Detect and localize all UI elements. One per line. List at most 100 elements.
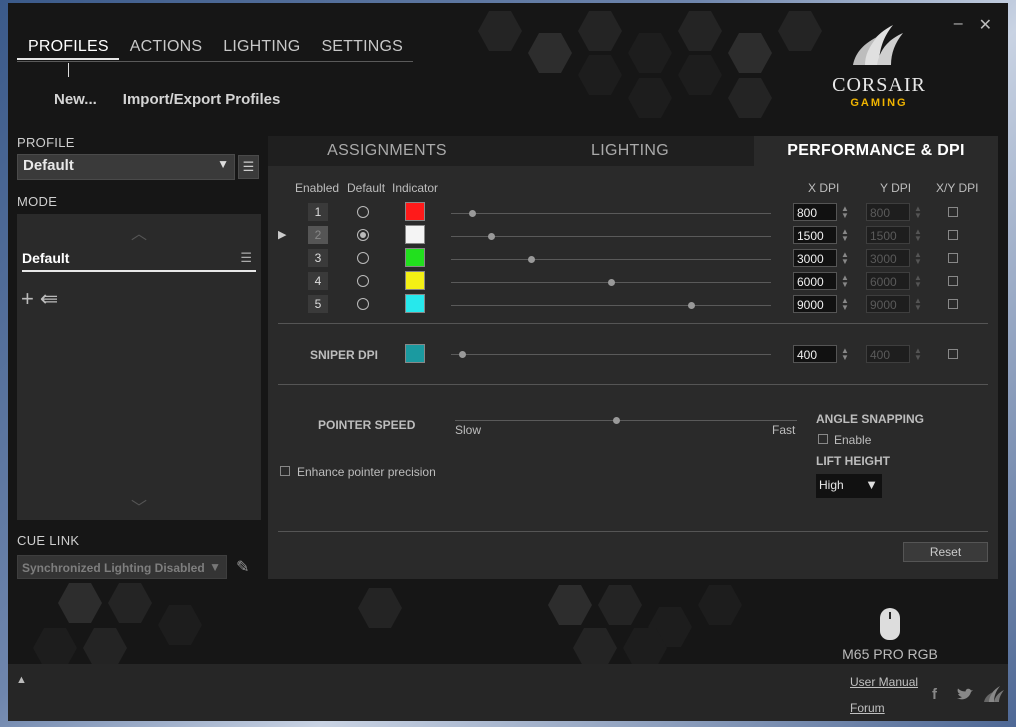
stage-enable-button[interactable]: 2: [308, 226, 328, 244]
stage-default-radio[interactable]: [357, 229, 369, 241]
spinner-icon[interactable]: ▲ ▼: [841, 274, 849, 289]
active-stage-arrow-icon: ▶: [278, 229, 287, 241]
sniper-color-swatch[interactable]: [405, 344, 425, 363]
window-controls: – ✕: [954, 15, 992, 35]
mode-item-label: Default: [22, 250, 70, 266]
reset-button[interactable]: Reset: [903, 542, 988, 562]
new-profile-button[interactable]: New...: [54, 91, 97, 108]
spinner-icon[interactable]: ▲ ▼: [841, 205, 849, 220]
pointer-speed-knob[interactable]: [612, 417, 620, 424]
tab-bar: ASSIGNMENTS LIGHTING PERFORMANCE & DPI: [268, 136, 998, 166]
stage-x-dpi-input[interactable]: 1500: [793, 226, 837, 244]
chevron-down-icon: ▼: [217, 157, 229, 171]
stage-default-radio[interactable]: [357, 252, 369, 264]
tab-assignments[interactable]: ASSIGNMENTS: [268, 136, 506, 166]
stage-color-swatch[interactable]: [405, 202, 425, 221]
stage-x-dpi-input[interactable]: 9000: [793, 295, 837, 313]
stage-default-radio[interactable]: [357, 298, 369, 310]
pointer-speed-track[interactable]: [455, 420, 797, 421]
spinner-icon[interactable]: ▲ ▼: [841, 347, 849, 362]
angle-snapping-enable-label: Enable: [834, 433, 872, 447]
stage-dpi-track[interactable]: [451, 236, 771, 237]
stage-dpi-knob[interactable]: [488, 233, 495, 240]
brand-name: CORSAIR: [832, 74, 926, 96]
stage-dpi-track[interactable]: [451, 259, 771, 260]
stage-default-radio[interactable]: [357, 275, 369, 287]
enhance-precision-checkbox[interactable]: [280, 466, 290, 476]
chevron-down-icon: ▼: [865, 477, 878, 492]
stage-y-dpi-input: 1500: [866, 226, 910, 244]
performance-panel: ASSIGNMENTS LIGHTING PERFORMANCE & DPI E…: [268, 136, 998, 579]
profile-menu-button[interactable]: ☰: [238, 155, 259, 179]
tab-lighting[interactable]: LIGHTING: [506, 136, 754, 166]
sniper-xy-checkbox[interactable]: [948, 349, 958, 359]
stage-dpi-knob[interactable]: [608, 279, 615, 286]
stage-color-swatch[interactable]: [405, 248, 425, 267]
divider: [278, 384, 988, 385]
stage-xy-checkbox[interactable]: [948, 207, 958, 217]
scroll-up-icon[interactable]: ︿: [131, 220, 147, 244]
profile-dropdown[interactable]: Default ▼: [17, 154, 235, 180]
twitter-icon[interactable]: [956, 688, 974, 702]
angle-snapping-checkbox[interactable]: [818, 434, 828, 444]
pencil-icon[interactable]: ✎: [236, 557, 249, 577]
stage-enable-button[interactable]: 3: [308, 249, 328, 267]
mode-item-default[interactable]: Default ☰: [22, 248, 256, 272]
spinner-icon: ▲ ▼: [914, 346, 922, 362]
stage-dpi-track[interactable]: [451, 213, 771, 214]
stage-x-dpi-input[interactable]: 3000: [793, 249, 837, 267]
hamburger-icon[interactable]: ☰: [240, 250, 252, 266]
spinner-icon[interactable]: ▲ ▼: [841, 297, 849, 312]
corsair-sails-icon[interactable]: [984, 686, 1004, 702]
divider: [278, 531, 988, 532]
stage-xy-checkbox[interactable]: [948, 230, 958, 240]
sniper-dpi-track[interactable]: [451, 354, 771, 355]
stage-enable-button[interactable]: 1: [308, 203, 328, 221]
sniper-dpi-knob[interactable]: [458, 351, 466, 358]
stage-dpi-knob[interactable]: [469, 210, 477, 217]
lift-height-value: High: [819, 478, 844, 492]
spinner-icon[interactable]: ▲ ▼: [841, 251, 849, 266]
nav-actions[interactable]: ACTIONS: [119, 38, 213, 60]
add-mode-icon[interactable]: +: [21, 286, 34, 312]
lift-height-dropdown[interactable]: High ▼: [816, 474, 882, 498]
stage-enable-button[interactable]: 4: [308, 272, 328, 290]
nav-settings[interactable]: SETTINGS: [310, 38, 413, 60]
stage-xy-checkbox[interactable]: [948, 276, 958, 286]
stage-y-dpi-input: 800: [866, 203, 910, 221]
stage-xy-checkbox[interactable]: [948, 253, 958, 263]
forum-link[interactable]: Forum: [850, 701, 885, 715]
cue-link-value: Synchronized Lighting Disabled: [22, 561, 205, 575]
close-button[interactable]: ✕: [979, 15, 992, 35]
stage-color-swatch[interactable]: [405, 294, 425, 313]
header-indicator: Indicator: [392, 181, 439, 195]
device-display[interactable]: M65 PRO RGB: [830, 608, 950, 662]
tab-performance-dpi[interactable]: PERFORMANCE & DPI: [754, 136, 998, 166]
nav-lighting[interactable]: LIGHTING: [212, 38, 310, 60]
spinner-icon[interactable]: ▲ ▼: [841, 228, 849, 243]
import-export-button[interactable]: Import/Export Profiles: [123, 91, 281, 108]
chevron-down-icon: ▼: [209, 560, 221, 574]
minimize-button[interactable]: –: [954, 15, 963, 35]
nav-profiles[interactable]: PROFILES: [17, 38, 119, 60]
stage-dpi-knob[interactable]: [688, 302, 695, 309]
cue-link-dropdown[interactable]: Synchronized Lighting Disabled ▼: [17, 555, 227, 579]
header-y-dpi: Y DPI: [880, 181, 912, 195]
stage-x-dpi-input[interactable]: 800: [793, 203, 837, 221]
stage-color-swatch[interactable]: [405, 271, 425, 290]
device-name: M65 PRO RGB: [842, 646, 938, 662]
stage-x-dpi-input[interactable]: 6000: [793, 272, 837, 290]
stage-dpi-track[interactable]: [451, 305, 771, 306]
stage-enable-button[interactable]: 5: [308, 295, 328, 313]
import-mode-icon[interactable]: ⇚: [40, 286, 58, 312]
stage-dpi-knob[interactable]: [528, 256, 535, 263]
stage-default-radio[interactable]: [357, 206, 369, 218]
scroll-down-icon[interactable]: ﹀: [131, 494, 147, 518]
expand-up-icon[interactable]: ▲: [16, 674, 27, 686]
pointer-speed-label: POINTER SPEED: [318, 418, 416, 432]
sniper-x-dpi-input[interactable]: 400: [793, 345, 837, 363]
facebook-icon[interactable]: f: [932, 686, 937, 703]
stage-color-swatch[interactable]: [405, 225, 425, 244]
stage-xy-checkbox[interactable]: [948, 299, 958, 309]
user-manual-link[interactable]: User Manual: [850, 675, 918, 689]
